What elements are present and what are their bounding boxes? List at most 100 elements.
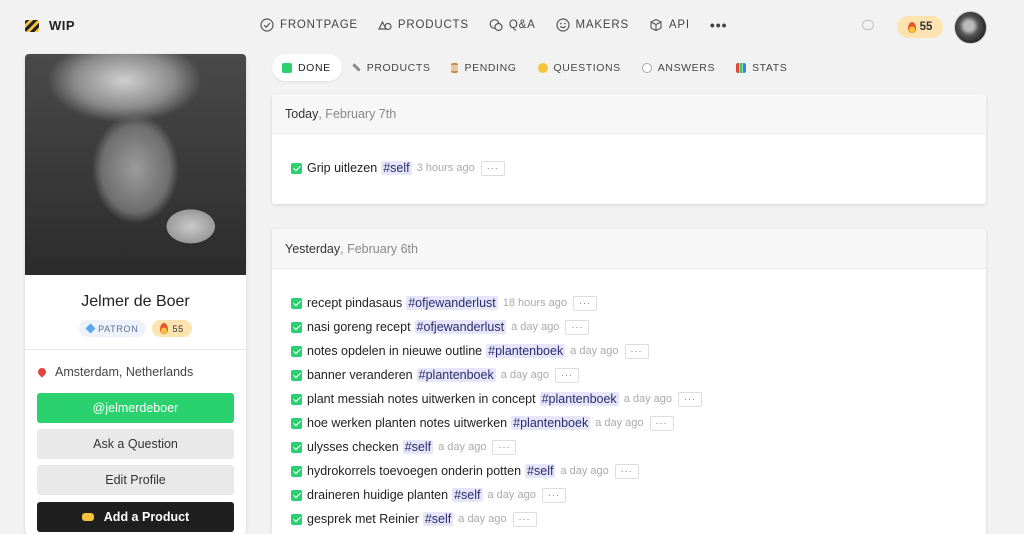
tab-questions-label: QUESTIONS	[553, 61, 621, 74]
project-tag[interactable]: #self	[525, 464, 556, 478]
todo-more-button[interactable]: ···	[614, 463, 639, 479]
todo-time: 3 hours ago	[416, 162, 475, 174]
done-check-icon	[291, 162, 302, 174]
top-nav: WIP FRONTPAGE PRODUCTS Q&A MAKERS API ••…	[0, 0, 1024, 52]
done-check-icon	[291, 465, 302, 477]
project-tag[interactable]: #plantenboek	[416, 368, 496, 382]
bar-chart-icon	[736, 62, 747, 73]
todo-time: a day ago	[595, 417, 644, 429]
smiley-icon	[555, 18, 570, 32]
tab-products-label: PRODUCTS	[366, 61, 431, 74]
todo-text: Grip uitlezen	[307, 161, 378, 175]
tab-answers-label: ANSWERS	[657, 61, 716, 74]
tab-answers[interactable]: ANSWERS	[632, 54, 726, 81]
project-tag[interactable]: #self	[402, 440, 434, 454]
tab-products[interactable]: PRODUCTS	[342, 54, 442, 81]
pointing-hand-icon	[81, 513, 94, 521]
profile-photo	[25, 54, 246, 275]
profile-divider	[25, 349, 246, 350]
todo-time: a day ago	[511, 321, 560, 333]
tab-stats[interactable]: STATS	[726, 54, 798, 81]
project-tag[interactable]: #self	[381, 161, 412, 175]
todo-time: 18 hours ago	[502, 297, 567, 309]
streak-badge[interactable]: 55	[897, 16, 943, 38]
nav-api-label: API	[668, 19, 690, 31]
todo-time: a day ago	[458, 513, 507, 525]
tab-done[interactable]: DONE	[272, 54, 342, 81]
nav-api[interactable]: API	[649, 18, 690, 32]
tab-pending[interactable]: PENDING	[441, 54, 527, 81]
todo-list: Grip uitlezen #self 3 hours ago ···	[272, 134, 986, 180]
shapes-icon	[377, 20, 392, 31]
tab-stats-label: STATS	[752, 61, 788, 74]
nav-products[interactable]: PRODUCTS	[377, 18, 469, 32]
project-tag[interactable]: #plantenboek	[539, 392, 619, 406]
todo-more-button[interactable]: ···	[565, 319, 590, 335]
brand[interactable]: WIP	[25, 18, 75, 33]
nav-more-button[interactable]: •••	[710, 17, 728, 33]
todo-time: a day ago	[487, 489, 536, 501]
project-tag[interactable]: #self	[422, 512, 454, 526]
todo-item: ulysses checken #self a day ago ···	[291, 435, 986, 459]
done-check-icon	[291, 321, 302, 333]
todo-time: a day ago	[560, 465, 609, 477]
add-product-button[interactable]: Add a Product	[37, 502, 234, 532]
todo-more-button[interactable]: ···	[678, 391, 703, 407]
user-avatar[interactable]	[954, 11, 987, 44]
todo-text: hydrokorrels toevoegen onderin potten	[307, 464, 522, 478]
project-tag[interactable]: #ofjewanderlust	[406, 296, 498, 310]
edit-profile-button[interactable]: Edit Profile	[37, 465, 234, 495]
profile-card: Jelmer de Boer PATRON 55 Amsterdam, Neth…	[25, 54, 246, 534]
ask-question-button[interactable]: Ask a Question	[37, 429, 234, 459]
chat-bubbles-icon	[489, 19, 503, 32]
chat-icon[interactable]	[862, 20, 874, 30]
project-tag[interactable]: #plantenboek	[511, 416, 591, 430]
todo-more-button[interactable]: ···	[555, 367, 580, 383]
project-tag[interactable]: #ofjewanderlust	[414, 320, 507, 334]
tab-done-label: DONE	[298, 61, 331, 74]
hammer-wrench-icon	[352, 63, 361, 72]
nav-qa[interactable]: Q&A	[489, 18, 536, 32]
done-check-icon	[291, 513, 302, 525]
todo-more-button[interactable]: ···	[624, 343, 649, 359]
done-check-icon	[291, 345, 302, 357]
todo-more-button[interactable]: ···	[649, 415, 674, 431]
hourglass-icon	[451, 62, 459, 73]
patron-label: PATRON	[98, 323, 139, 334]
project-tag[interactable]: #self	[452, 488, 483, 502]
project-tag[interactable]: #plantenboek	[486, 344, 566, 358]
todo-more-button[interactable]: ···	[512, 511, 537, 527]
check-circle-icon	[260, 18, 274, 32]
thinking-face-icon	[537, 62, 548, 73]
todo-item: hydrokorrels toevoegen onderin potten #s…	[291, 459, 986, 483]
gem-icon	[85, 323, 96, 334]
todo-text: ulysses checken	[307, 440, 399, 454]
tab-pending-label: PENDING	[464, 61, 517, 74]
nav-qa-label: Q&A	[508, 19, 536, 31]
todo-more-button[interactable]: ···	[572, 295, 597, 311]
todo-list: recept pindasaus #ofjewanderlust 18 hour…	[272, 269, 986, 531]
todo-text: banner veranderen	[307, 368, 413, 382]
done-check-icon	[291, 489, 302, 501]
day-card-today: Today , February 7th Grip uitlezen #self…	[272, 94, 986, 204]
profile-streak-badge: 55	[152, 320, 192, 337]
day-label: Today	[285, 106, 319, 121]
todo-text: notes opdelen in nieuwe outline	[307, 344, 483, 358]
tab-questions[interactable]: QUESTIONS	[528, 54, 632, 81]
day-label: Yesterday	[285, 241, 341, 256]
todo-time: a day ago	[500, 369, 550, 381]
todo-more-button[interactable]: ···	[541, 487, 566, 503]
nav-frontpage[interactable]: FRONTPAGE	[260, 18, 358, 32]
streak-count: 55	[919, 21, 933, 33]
flame-icon	[160, 323, 169, 334]
todo-text: hoe werken planten notes uitwerken	[307, 416, 508, 430]
nav-makers[interactable]: MAKERS	[555, 18, 629, 32]
todo-text: recept pindasaus	[307, 296, 403, 310]
todo-more-button[interactable]: ···	[480, 160, 505, 176]
profile-badges: PATRON 55	[25, 320, 246, 337]
todo-time: a day ago	[438, 441, 487, 453]
todo-item: nasi goreng recept #ofjewanderlust a day…	[291, 315, 986, 339]
todo-item: gesprek met Reinier #self a day ago ···	[291, 507, 986, 531]
todo-more-button[interactable]: ···	[492, 439, 517, 455]
twitter-handle-button[interactable]: @jelmerdeboer	[37, 393, 234, 423]
